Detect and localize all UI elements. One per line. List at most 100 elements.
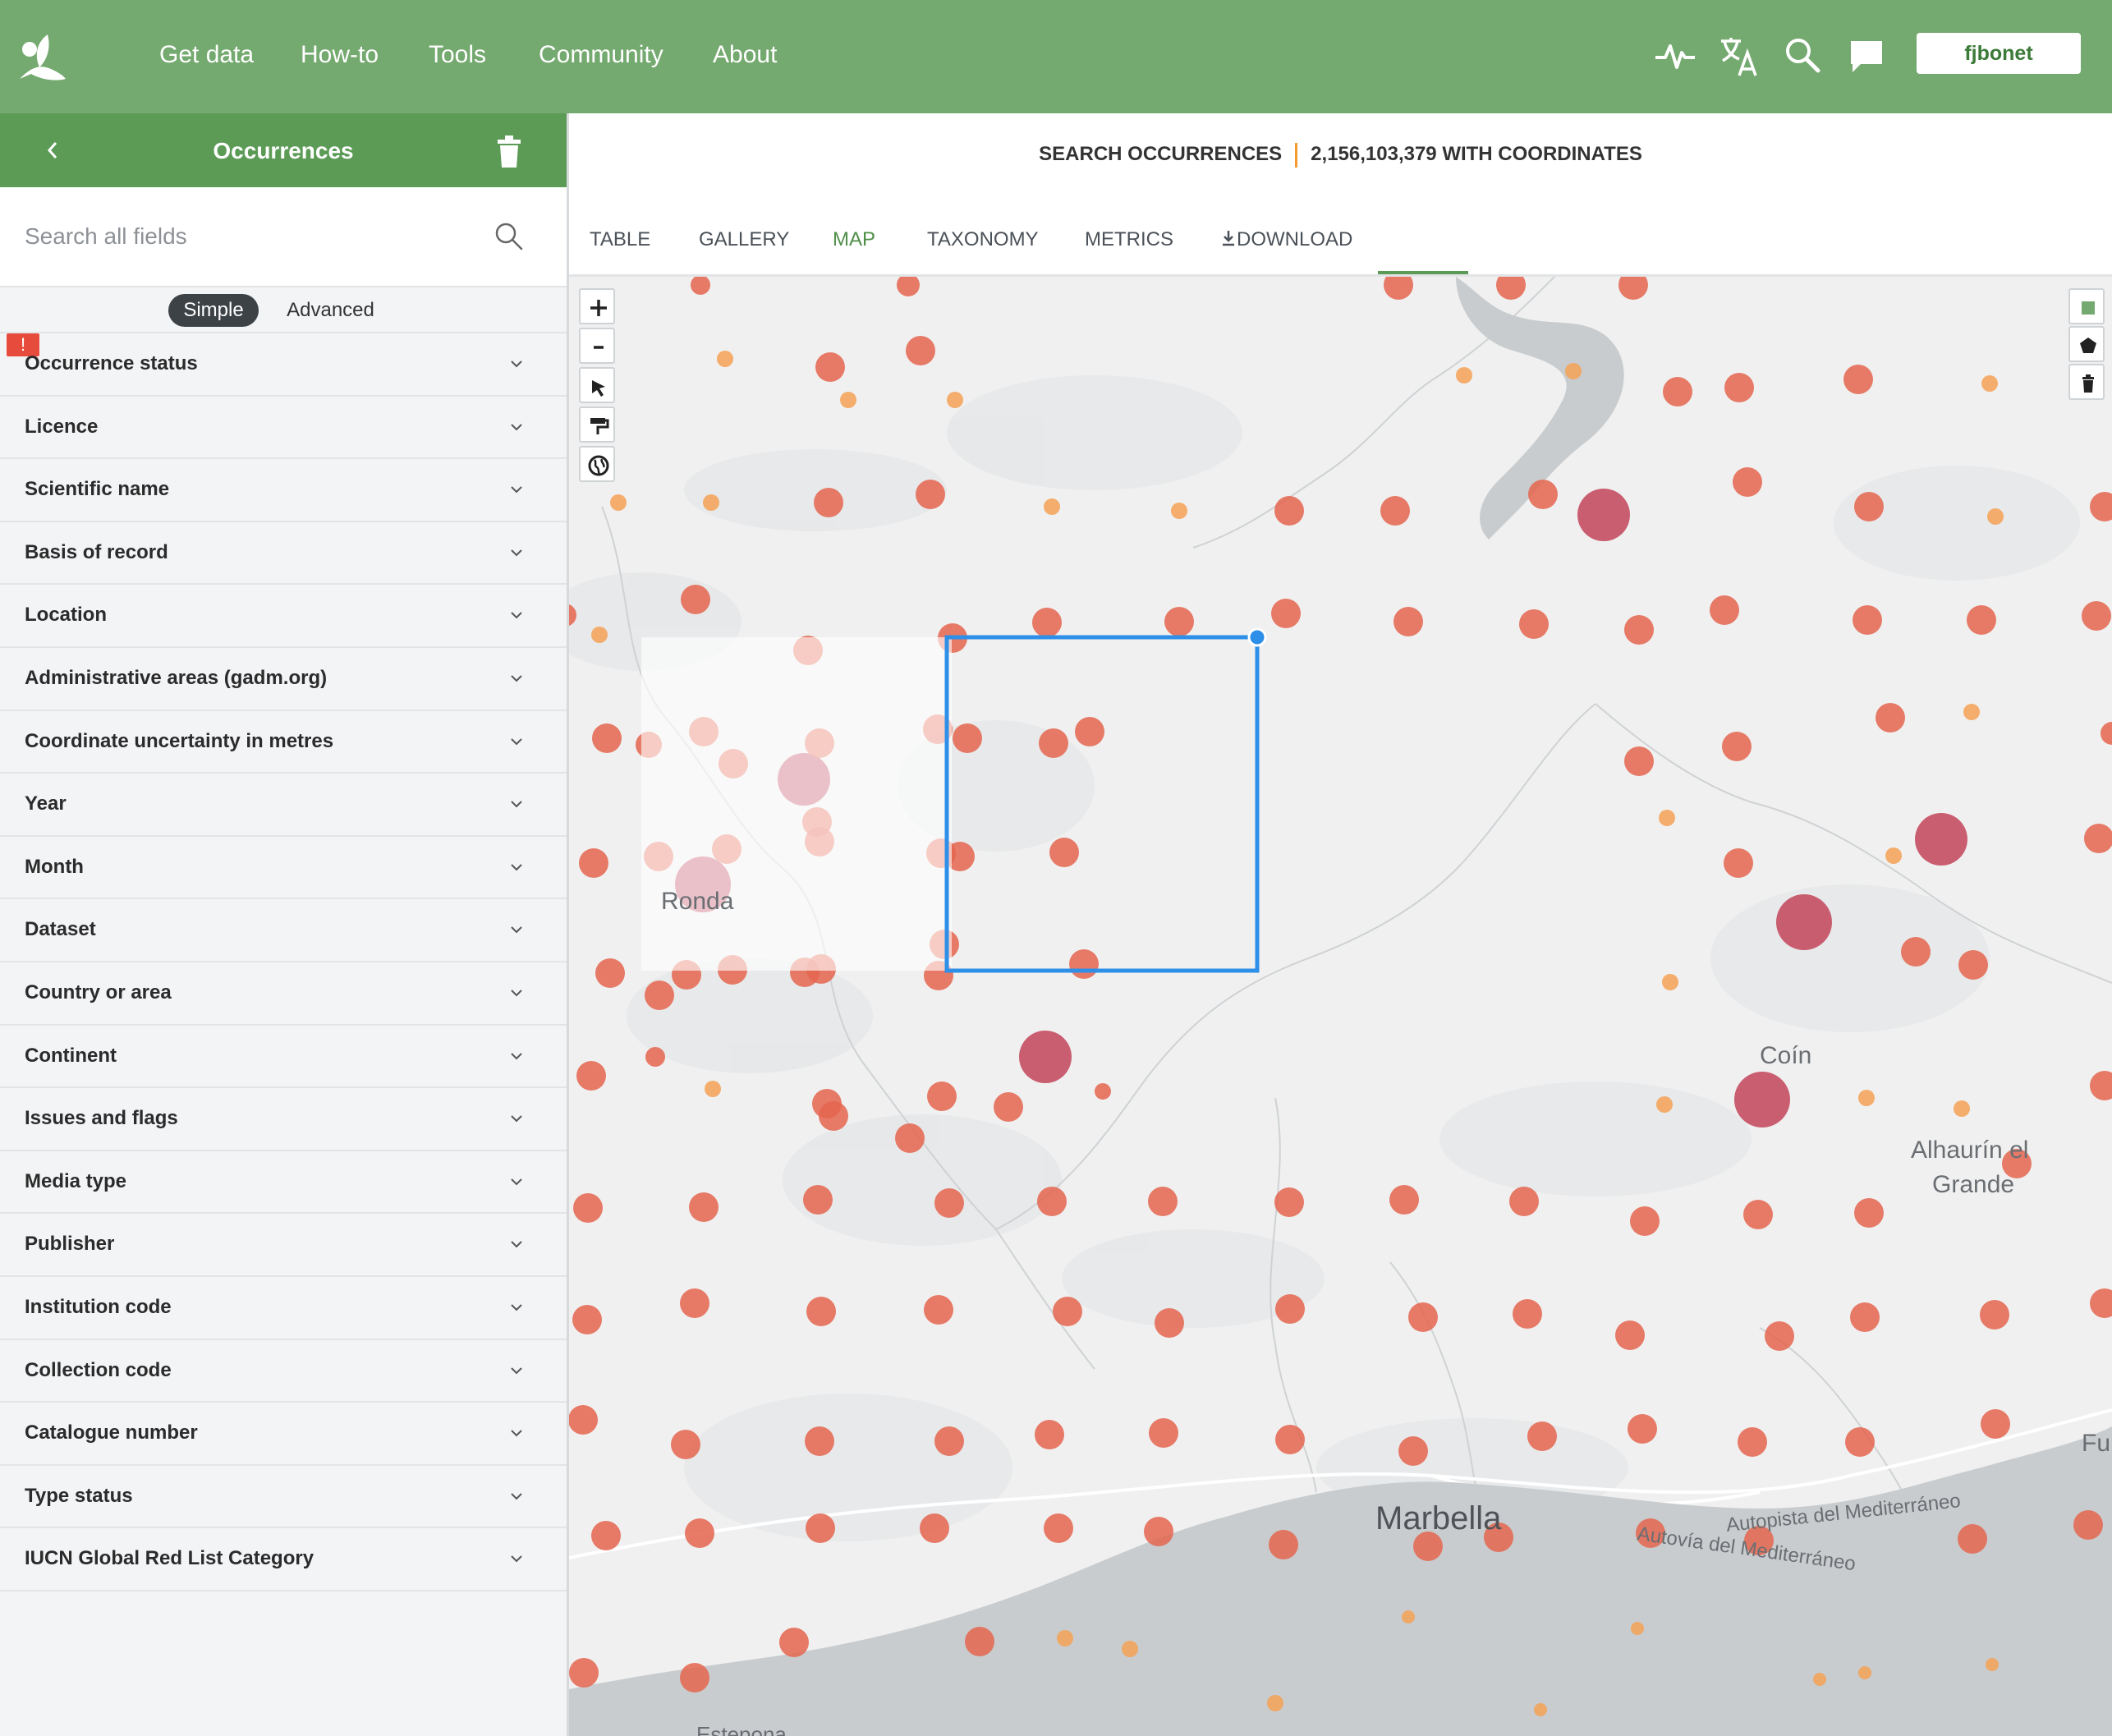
- occurrence-dot[interactable]: [1057, 1630, 1073, 1646]
- occurrence-dot[interactable]: [1710, 595, 1739, 625]
- draw-rectangle-button[interactable]: [2068, 288, 2105, 324]
- occurrence-dot[interactable]: [1075, 717, 1104, 746]
- occurrence-dot[interactable]: [2082, 601, 2111, 631]
- occurrence-dot[interactable]: [1408, 1302, 1438, 1332]
- occurrence-dot[interactable]: [569, 1405, 598, 1435]
- occurrence-dot[interactable]: [994, 1092, 1023, 1122]
- occurrence-dot[interactable]: [1509, 1187, 1539, 1216]
- occurrence-dot[interactable]: [1275, 1294, 1305, 1324]
- occurrence-dot[interactable]: [1380, 496, 1410, 526]
- delete-shape-button[interactable]: [2068, 364, 2105, 400]
- occurrence-dot[interactable]: [1144, 1517, 1173, 1546]
- occurrence-dot[interactable]: [1164, 607, 1194, 636]
- occurrence-dot[interactable]: [1630, 1206, 1660, 1236]
- occurrence-dot[interactable]: [1274, 1187, 1304, 1217]
- occurrence-dot[interactable]: [1722, 732, 1752, 761]
- occurrence-dot[interactable]: [1393, 607, 1423, 636]
- filter-row[interactable]: Licence: [0, 397, 567, 460]
- filter-row[interactable]: Occurrence status!: [0, 333, 567, 397]
- occurrence-dot[interactable]: [906, 336, 935, 365]
- nav-community[interactable]: Community: [539, 37, 663, 73]
- occurrence-dot[interactable]: [1624, 615, 1654, 645]
- occurrence-dot[interactable]: [681, 585, 710, 614]
- occurrence-dot[interactable]: [916, 480, 945, 509]
- occurrence-dot[interactable]: [1738, 1427, 1767, 1457]
- occurrence-dot[interactable]: [685, 1518, 714, 1548]
- occurrence-dot[interactable]: [814, 488, 843, 517]
- occurrence-dot[interactable]: [1958, 1524, 1987, 1554]
- nav-about[interactable]: About: [713, 37, 777, 73]
- filter-row[interactable]: Country or area: [0, 962, 567, 1026]
- occurrence-dot[interactable]: [1854, 1198, 1884, 1228]
- occurrence-dot[interactable]: [1044, 1513, 1073, 1543]
- occurrence-dot[interactable]: [671, 1430, 700, 1459]
- occurrence-dot[interactable]: [819, 1101, 848, 1131]
- occurrence-dot[interactable]: [1663, 377, 1692, 406]
- occurrence-dot[interactable]: [1122, 1641, 1138, 1657]
- occurrence-dot[interactable]: [1275, 1425, 1305, 1454]
- filter-row[interactable]: Scientific name: [0, 459, 567, 522]
- occurrence-dot[interactable]: [1149, 1418, 1178, 1448]
- occurrence-dot[interactable]: [1148, 1187, 1178, 1216]
- filter-row[interactable]: Institution code: [0, 1277, 567, 1340]
- occurrence-dot[interactable]: [579, 848, 608, 878]
- occurrence-dot[interactable]: [1981, 1409, 2010, 1439]
- occurrence-dot[interactable]: [1724, 848, 1753, 878]
- simple-mode-button[interactable]: Simple: [168, 294, 259, 327]
- occurrence-dot[interactable]: [1389, 1185, 1419, 1215]
- occurrence-dot[interactable]: [591, 1521, 621, 1550]
- occurrence-dot[interactable]: [610, 494, 627, 511]
- occurrence-dot[interactable]: [689, 1192, 719, 1222]
- tab-map[interactable]: MAP: [833, 223, 875, 256]
- zoom-in-button[interactable]: [579, 288, 615, 324]
- occurrence-dot[interactable]: [1858, 1090, 1875, 1106]
- trash-icon[interactable]: [493, 133, 526, 169]
- occurrence-dot[interactable]: [1513, 1299, 1542, 1329]
- style-tool-button[interactable]: [579, 406, 615, 443]
- occurrence-dot[interactable]: [645, 981, 674, 1010]
- occurrence-dot[interactable]: [1967, 605, 1996, 635]
- search-icon[interactable]: [493, 220, 526, 253]
- tab-gallery[interactable]: GALLERY: [699, 223, 789, 256]
- occurrence-dot[interactable]: [1267, 1695, 1283, 1711]
- occurrence-dot[interactable]: [1269, 1530, 1298, 1559]
- filter-row[interactable]: Issues and flags: [0, 1088, 567, 1151]
- select-tool-button[interactable]: [579, 367, 615, 403]
- filter-row[interactable]: Month: [0, 837, 567, 900]
- occurrence-dot[interactable]: [965, 1627, 994, 1656]
- occurrence-map[interactable]: Ronda Coín Alhaurín el Grande Marbella F…: [569, 277, 2112, 1736]
- occurrence-dot[interactable]: [1854, 492, 1884, 521]
- filter-row[interactable]: Coordinate uncertainty in metres: [0, 711, 567, 774]
- filter-row[interactable]: Type status: [0, 1466, 567, 1529]
- occurrence-dot[interactable]: [1813, 1673, 1826, 1686]
- draw-polygon-button[interactable]: [2068, 326, 2105, 362]
- occurrence-dot[interactable]: [1527, 1421, 1557, 1451]
- occurrence-dot[interactable]: [1958, 950, 1988, 980]
- occurrence-dot[interactable]: [1069, 949, 1099, 979]
- occurrence-dot[interactable]: [1032, 608, 1062, 637]
- filter-row[interactable]: Dataset: [0, 899, 567, 962]
- occurrence-dot[interactable]: [1528, 480, 1558, 509]
- occurrence-dot[interactable]: [1659, 810, 1675, 826]
- occurrence-dot[interactable]: [680, 1288, 709, 1318]
- filter-row[interactable]: Media type: [0, 1151, 567, 1215]
- occurrence-dot[interactable]: [1519, 609, 1549, 639]
- selection-handle[interactable]: [1247, 627, 1267, 647]
- occurrence-dot[interactable]: [1853, 605, 1882, 635]
- occurrence-dot[interactable]: [1402, 1610, 1415, 1623]
- occurrence-dot[interactable]: [572, 1305, 602, 1334]
- filter-row[interactable]: Location: [0, 585, 567, 648]
- tab-table[interactable]: TABLE: [590, 223, 650, 256]
- occurrence-dot[interactable]: [1986, 1658, 1999, 1671]
- occurrence-dot[interactable]: [1743, 1200, 1773, 1229]
- occurrence-dot[interactable]: [924, 1295, 953, 1325]
- occurrence-dot[interactable]: [1171, 503, 1187, 519]
- occurrence-dot[interactable]: [927, 1082, 957, 1111]
- feedback-icon[interactable]: [1844, 33, 1890, 79]
- occurrence-dot[interactable]: [1035, 1420, 1064, 1449]
- occurrence-dot[interactable]: [1053, 1297, 1082, 1326]
- gbif-logo-icon[interactable]: [15, 31, 69, 82]
- occurrence-dot[interactable]: [591, 627, 608, 643]
- filter-row[interactable]: Administrative areas (gadm.org): [0, 648, 567, 711]
- occurrence-dot[interactable]: [573, 1193, 603, 1223]
